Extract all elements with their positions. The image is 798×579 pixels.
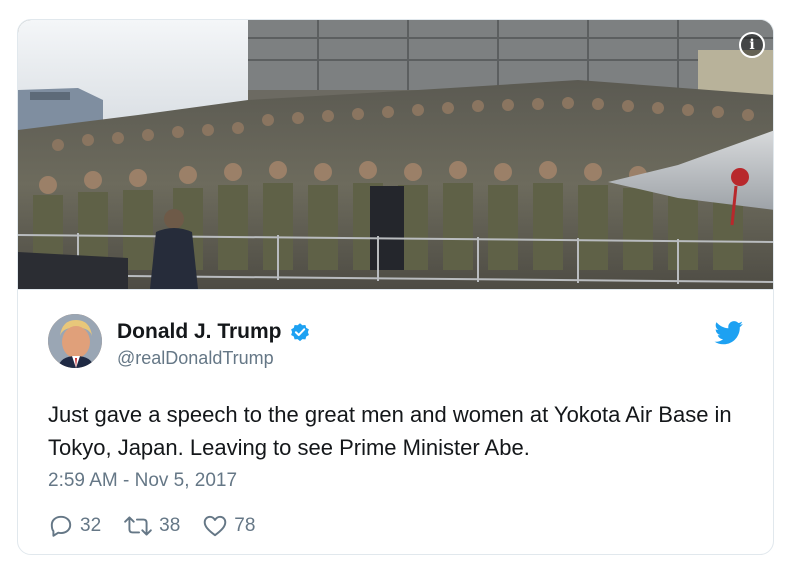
tweet-body: Donald J. Trump @realDonaldTrump Just ga… <box>18 289 773 554</box>
retweet-icon <box>124 516 152 536</box>
avatar[interactable] <box>48 314 102 368</box>
author-display-name[interactable]: Donald J. Trump <box>117 320 282 344</box>
retweet-button[interactable]: 38 <box>123 513 180 539</box>
reply-button[interactable]: 32 <box>48 513 101 539</box>
retweet-count: 38 <box>159 515 181 536</box>
like-button[interactable]: 78 <box>202 513 255 539</box>
author-handle[interactable]: @realDonaldTrump <box>117 348 274 369</box>
info-icon[interactable]: i <box>739 32 765 58</box>
author-name-row[interactable]: Donald J. Trump <box>117 320 311 344</box>
tweet-timestamp[interactable]: 2:59 AM - Nov 5, 2017 <box>48 470 237 492</box>
heart-icon <box>204 515 227 537</box>
tweet-photo[interactable]: i <box>18 20 773 289</box>
avatar-image <box>48 314 102 368</box>
hangar-photo-illustration <box>18 20 773 289</box>
verified-badge-icon <box>290 323 309 342</box>
twitter-bird-icon[interactable] <box>714 321 744 345</box>
like-count: 78 <box>234 515 256 536</box>
tweet-actions: 32 38 78 <box>48 512 277 540</box>
reply-icon <box>50 515 72 537</box>
reply-count: 32 <box>80 515 102 536</box>
tweet-text: Just gave a speech to the great men and … <box>48 402 732 460</box>
tweet-card[interactable]: i Donald J. Trump @realDonaldTrump Just … <box>17 19 774 555</box>
